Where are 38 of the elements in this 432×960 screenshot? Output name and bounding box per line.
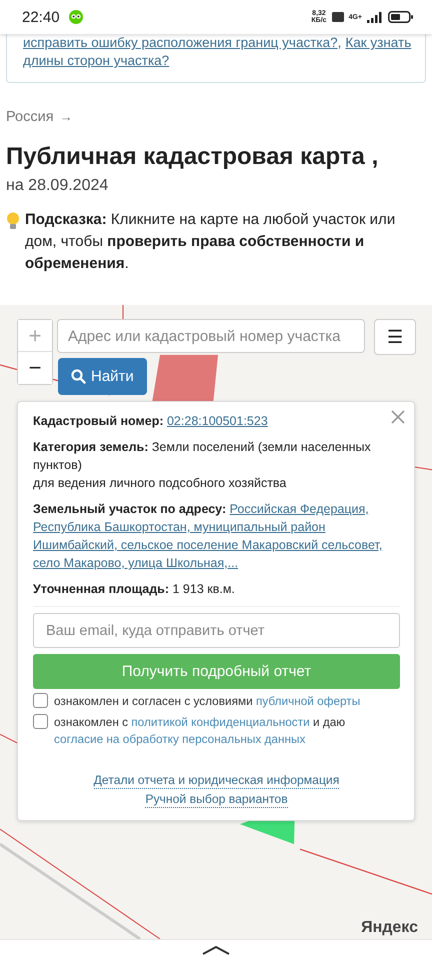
agreement-link[interactable]: согласие на обработку персональных данных: [54, 732, 306, 746]
help-link[interactable]: длины сторон участка?: [23, 52, 170, 70]
lightbulb-icon: [6, 212, 20, 230]
signal-icon: [367, 12, 383, 22]
field-text: Категория земель: Земли поселений (земли населенных пунктов): [33, 439, 372, 474]
hint-text: Подсказка: Кликните на карте на любой участок или дом, чтобы проверить права собственности и обременения.: [25, 210, 396, 274]
help-link[interactable]: исправить ошибку расположения границ участка?: [23, 34, 338, 52]
checkbox[interactable]: [33, 714, 48, 729]
chevron-up-icon[interactable]: [202, 945, 230, 955]
details-link[interactable]: Детали отчета и юридическая информация: [94, 772, 340, 789]
volte-icon: [332, 12, 344, 22]
menu-button[interactable]: ☰: [374, 319, 416, 355]
agreement-text: ознакомлен и согласен с условиями публичной оферты: [54, 693, 360, 710]
search-field[interactable]: Адрес или кадастровый номер участка: [57, 319, 365, 353]
page-date: на 28.09.2024: [6, 177, 110, 195]
status-time: 22:40: [22, 8, 60, 26]
field-text: Уточненная площадь: 1 913 кв.м.: [33, 581, 236, 598]
page-title: Публичная кадастровая карта ,: [6, 143, 380, 171]
help-link[interactable]: Как узнать: [345, 34, 412, 52]
close-icon[interactable]: [391, 410, 405, 424]
details-link[interactable]: Ручной выбор вариантов: [145, 791, 288, 808]
map-attribution: Яндекс: [361, 919, 418, 937]
breadcrumb-link[interactable]: Россия: [6, 109, 54, 125]
agreement-text: ознакомлен с политикой конфиденциальности и даю согласие на обработку персональных данных: [54, 714, 346, 748]
checkbox[interactable]: [33, 693, 48, 708]
owl-icon: [68, 10, 83, 24]
field-label: Кадастровый номер:: [33, 414, 164, 428]
email-field[interactable]: Ваш email, куда отправить отчет: [33, 613, 400, 648]
separator: ,: [338, 34, 342, 52]
address-text: Земельный участок по адресу: Российская Федерация, Республика Башкортостан, муниципальный район Ишимбайский, сельское поселение Макаровский сельсовет, село Макарово, улица Школьная,...: [33, 501, 384, 572]
agreement-link[interactable]: публичной оферты: [256, 694, 360, 708]
agreement-link[interactable]: политикой конфиденциальности: [131, 715, 310, 729]
field-text: для ведения личного подсобного хозяйства: [33, 475, 288, 492]
battery-icon: [388, 11, 414, 23]
breadcrumb-arrow: →: [60, 109, 73, 125]
search-icon: [71, 369, 86, 384]
field-link[interactable]: 02:28:100501:523: [166, 414, 268, 428]
find-button[interactable]: Найти: [58, 358, 147, 395]
